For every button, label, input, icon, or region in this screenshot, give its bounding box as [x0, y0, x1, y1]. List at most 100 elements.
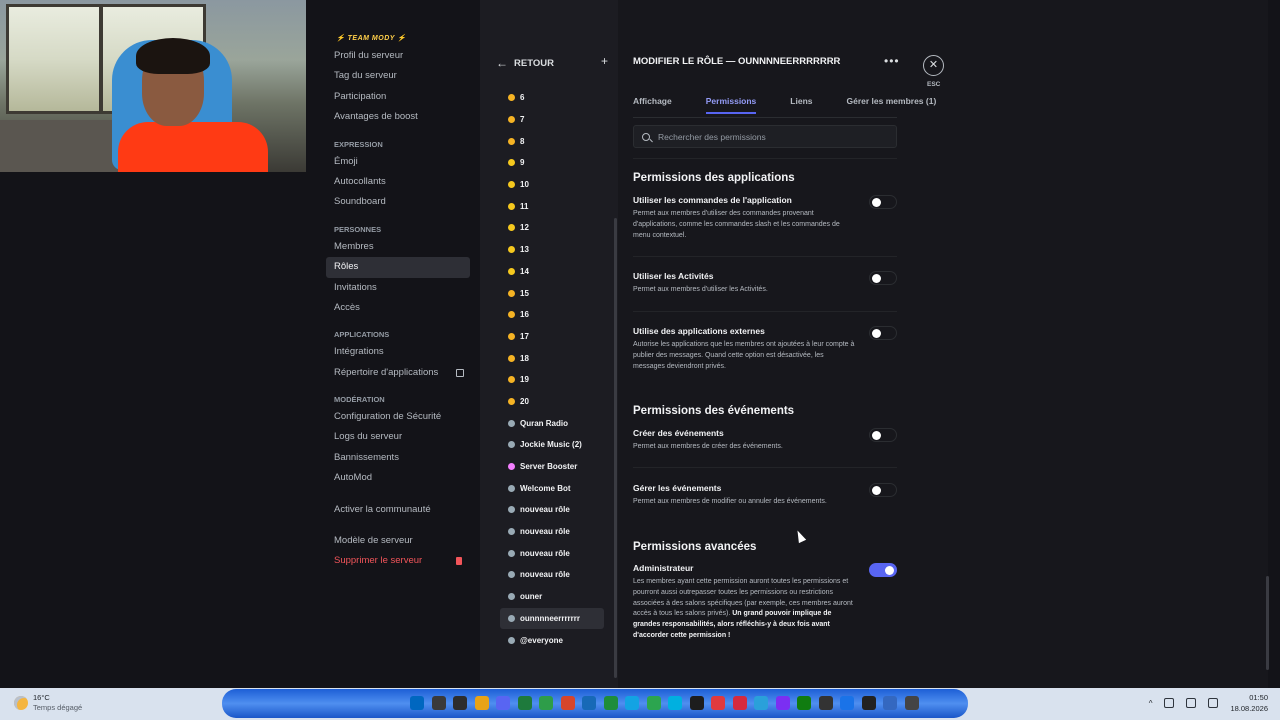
role-item[interactable]: nouveau rôle [500, 499, 604, 521]
role-item[interactable]: 11 [500, 195, 604, 217]
sidebar-item-bannissements[interactable]: Bannissements [326, 448, 470, 468]
sidebar-item-membres[interactable]: Membres [326, 237, 470, 257]
taskbar-app-icon[interactable] [840, 696, 854, 710]
delete-server-label: Supprimer le serveur [334, 555, 423, 567]
role-name: 9 [520, 158, 525, 168]
delete-server-button[interactable]: Supprimer le serveur [326, 551, 470, 571]
role-item[interactable]: 18 [500, 347, 604, 369]
taskbar-app-icon[interactable] [904, 696, 919, 710]
role-item[interactable]: 9 [500, 152, 604, 174]
taskbar-app-icon[interactable] [410, 696, 424, 710]
permission-search[interactable] [633, 125, 897, 148]
taskbar-app-icon[interactable] [496, 696, 510, 710]
sidebar-item-integrations[interactable]: Intégrations [326, 342, 470, 362]
role-item[interactable]: 16 [500, 304, 604, 326]
sidebar-item-avantages-de-boost[interactable]: Avantages de boost [326, 107, 470, 127]
taskbar-app-icon[interactable] [517, 696, 532, 710]
taskbar-app-icon[interactable] [754, 696, 768, 710]
toggle-knob [885, 566, 894, 575]
sidebar-item-logs-du-serveur[interactable]: Logs du serveur [326, 427, 470, 447]
taskbar-app-icon[interactable] [625, 696, 639, 710]
role-item[interactable]: nouveau rôle [500, 542, 604, 564]
sidebar-item-repertoire-d-applications[interactable]: Répertoire d'applications [326, 363, 470, 383]
sidebar-item-automod[interactable]: AutoMod [326, 468, 470, 488]
sidebar-item-acces[interactable]: Accès [326, 298, 470, 318]
tab-gerer-les-membres-1[interactable]: Gérer les membres (1) [847, 96, 937, 114]
sidebar-item-template[interactable]: Modèle de serveur [326, 531, 470, 551]
sidebar-item-tag-du-serveur[interactable]: Tag du serveur [326, 66, 470, 86]
mic-icon[interactable] [1164, 698, 1175, 708]
sidebar-item-label: Participation [334, 90, 387, 102]
taskbar-app-icon[interactable] [603, 696, 618, 710]
permission-toggle[interactable] [869, 483, 897, 497]
role-item[interactable]: ounnnneerrrrrrr [500, 607, 604, 630]
taskbar-app-icon[interactable] [883, 696, 897, 710]
back-button[interactable]: RETOUR [514, 58, 554, 69]
wifi-icon[interactable] [1186, 698, 1197, 708]
role-item[interactable]: @everyone [500, 629, 604, 651]
tab-permissions[interactable]: Permissions [705, 96, 756, 114]
main-scrollbar[interactable] [1266, 576, 1269, 670]
permission-description-text: Permet aux membres d'utiliser les Activi… [633, 286, 768, 293]
sidebar-item-invitations[interactable]: Invitations [326, 278, 470, 298]
role-item[interactable]: Server Booster [500, 456, 604, 478]
role-item[interactable]: 19 [500, 369, 604, 391]
role-item[interactable]: 7 [500, 109, 604, 131]
sidebar-item-emoji[interactable]: Émoji [326, 152, 470, 172]
role-item[interactable]: 20 [500, 391, 604, 413]
role-item[interactable]: 15 [500, 282, 604, 304]
weather-widget[interactable]: 16°C Temps dégagé [14, 693, 82, 713]
role-item[interactable]: nouveau rôle [500, 521, 604, 543]
role-item[interactable]: 17 [500, 326, 604, 348]
tray-arrow-icon[interactable]: ^ [1149, 699, 1153, 708]
sidebar-item-profil-du-serveur[interactable]: Profil du serveur [326, 46, 470, 66]
taskbar-app-icon[interactable] [861, 696, 876, 710]
role-item[interactable]: 6 [500, 87, 604, 109]
taskbar-app-icon[interactable] [668, 696, 682, 710]
sidebar-item-community[interactable]: Activer la communauté [326, 500, 470, 520]
sidebar-item-participation[interactable]: Participation [326, 87, 470, 107]
taskbar-app-icon[interactable] [539, 696, 553, 710]
permission-toggle[interactable] [869, 195, 897, 209]
add-role-icon[interactable]: + [601, 54, 608, 68]
permission-toggle[interactable] [869, 428, 897, 442]
search-input[interactable] [658, 131, 878, 142]
taskbar-app-icon[interactable] [582, 696, 596, 710]
taskbar-app-icon[interactable] [646, 696, 661, 710]
taskbar-app-icon[interactable] [711, 696, 725, 710]
more-options-icon[interactable]: ••• [884, 54, 900, 68]
permission-toggle[interactable] [869, 326, 897, 340]
role-item[interactable]: nouveau rôle [500, 564, 604, 586]
role-list-scrollbar[interactable] [614, 218, 617, 678]
taskbar-app-icon[interactable] [818, 696, 833, 710]
sidebar-item-autocollants[interactable]: Autocollants [326, 172, 470, 192]
permission-toggle[interactable] [869, 563, 897, 577]
back-arrow-icon[interactable]: ← [496, 56, 508, 70]
taskbar-app-icon[interactable] [732, 696, 747, 710]
role-item[interactable]: ouner [500, 586, 604, 608]
taskbar-app-icon[interactable] [560, 696, 575, 710]
sidebar-item-soundboard[interactable]: Soundboard [326, 192, 470, 212]
sidebar-item-roles[interactable]: Rôles [326, 257, 470, 278]
taskbar-app-icon[interactable] [431, 696, 446, 710]
tab-affichage[interactable]: Affichage [633, 96, 672, 114]
role-item[interactable]: 14 [500, 261, 604, 283]
role-item[interactable]: 12 [500, 217, 604, 239]
permission-toggle[interactable] [869, 271, 897, 285]
role-item[interactable]: Jockie Music (2) [500, 434, 604, 456]
clock[interactable]: 01:50 18.08.2026 [1230, 692, 1268, 714]
taskbar-app-icon[interactable] [689, 696, 704, 710]
volume-icon[interactable] [1208, 698, 1219, 708]
taskbar-app-icon[interactable] [474, 696, 489, 710]
taskbar-app-icon[interactable] [797, 696, 811, 710]
taskbar-app-icon[interactable] [453, 696, 467, 710]
taskbar-app-icon[interactable] [775, 696, 790, 710]
role-item[interactable]: 13 [500, 239, 604, 261]
role-item[interactable]: 8 [500, 130, 604, 152]
tab-liens[interactable]: Liens [790, 96, 812, 114]
role-item[interactable]: Welcome Bot [500, 477, 604, 499]
sidebar-item-configuration-de-securite[interactable]: Configuration de Sécurité [326, 407, 470, 427]
role-item[interactable]: 10 [500, 174, 604, 196]
role-item[interactable]: Quran Radio [500, 412, 604, 434]
close-settings-button[interactable]: ✕ [923, 55, 944, 76]
